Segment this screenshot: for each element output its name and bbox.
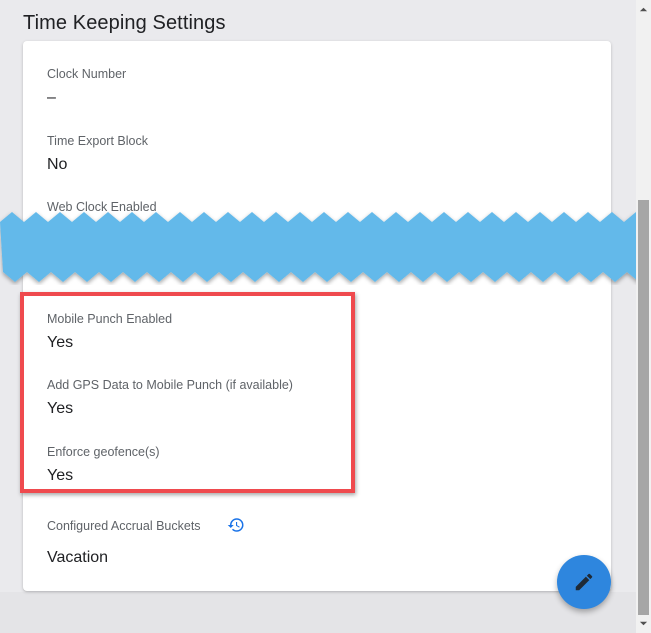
field-label: Time Export Block bbox=[47, 134, 148, 148]
history-icon[interactable] bbox=[227, 516, 245, 534]
field-value: No bbox=[47, 156, 68, 173]
scroll-down-arrow-icon[interactable] bbox=[639, 619, 648, 628]
scrollbar-thumb[interactable] bbox=[638, 200, 649, 615]
field-value: – bbox=[47, 89, 56, 106]
field-accrual-buckets: Configured Accrual Buckets Vacation bbox=[47, 518, 201, 569]
torn-page-divider bbox=[0, 212, 651, 282]
highlight-box bbox=[20, 292, 355, 493]
field-value: Vacation bbox=[47, 549, 109, 566]
scroll-up-arrow-icon[interactable] bbox=[639, 5, 648, 14]
field-time-export-block: Time Export Block No bbox=[47, 133, 148, 176]
field-label: Clock Number bbox=[47, 67, 127, 81]
background-strip bbox=[0, 592, 636, 633]
field-label: Configured Accrual Buckets bbox=[47, 519, 201, 533]
pencil-icon bbox=[575, 573, 593, 591]
edit-button[interactable] bbox=[557, 555, 611, 609]
section-title: Time Keeping Settings bbox=[23, 12, 226, 34]
field-clock-number: Clock Number – bbox=[47, 66, 126, 109]
scrollbar[interactable] bbox=[636, 0, 651, 633]
